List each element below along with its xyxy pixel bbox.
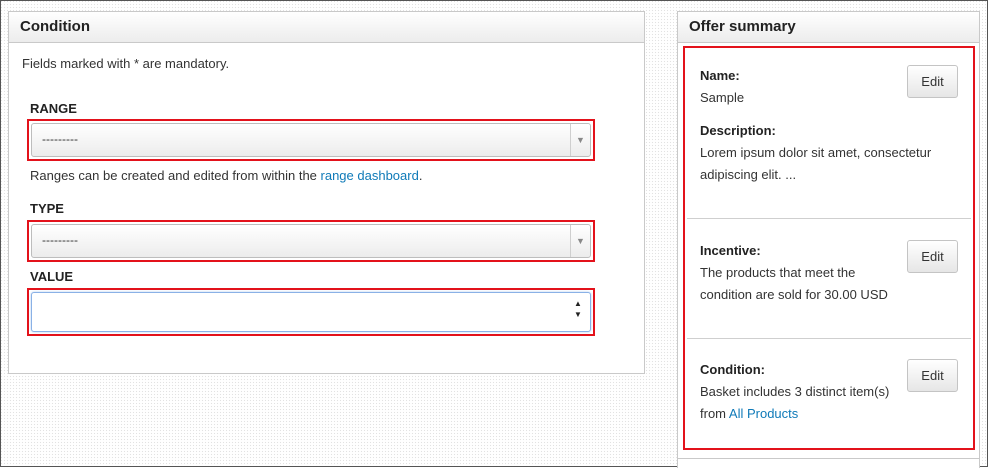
condition-value: Basket includes 3 distinct item(s) from … <box>700 381 900 425</box>
name-label: Name: <box>700 68 740 83</box>
help-prefix: Ranges can be created and edited from wi… <box>30 168 321 183</box>
incentive-value: The products that meet the condition are… <box>700 265 888 302</box>
chevron-down-icon: ▼ <box>570 225 590 257</box>
value-highlight: ▲ ▼ <box>27 288 595 336</box>
offer-summary-title: Offer summary <box>678 12 979 43</box>
edit-incentive-button[interactable]: Edit <box>907 240 958 273</box>
name-value: Sample <box>700 90 745 105</box>
summary-divider <box>687 338 971 339</box>
value-input[interactable]: ▲ ▼ <box>31 292 591 332</box>
range-dashboard-link[interactable]: range dashboard <box>321 168 419 183</box>
condition-label: Condition: <box>700 362 765 377</box>
range-select[interactable]: --------- ▼ <box>31 123 591 157</box>
type-select[interactable]: --------- ▼ <box>31 224 591 258</box>
all-products-link[interactable]: All Products <box>729 406 798 421</box>
help-suffix: . <box>418 168 423 183</box>
value-stepper[interactable]: ▲ ▼ <box>572 298 584 320</box>
summary-divider <box>687 218 971 219</box>
mandatory-note: Fields marked with * are mandatory. <box>22 56 230 71</box>
chevron-down-icon: ▼ <box>570 124 590 156</box>
edit-details-button[interactable]: Edit <box>907 65 958 98</box>
type-select-value: --------- <box>42 233 78 247</box>
incentive-label: Incentive: <box>700 243 761 258</box>
spin-down-icon[interactable]: ▼ <box>574 309 582 320</box>
range-highlight: --------- ▼ <box>27 119 595 161</box>
type-highlight: --------- ▼ <box>27 220 595 262</box>
range-label: RANGE <box>30 101 77 116</box>
range-select-value: --------- <box>42 132 78 146</box>
range-help-text: Ranges can be created and edited from wi… <box>30 168 422 183</box>
description-value: Lorem ipsum dolor sit amet, consectetur … <box>700 145 932 182</box>
value-label: VALUE <box>30 269 74 284</box>
type-label: TYPE <box>30 201 64 216</box>
spin-up-icon[interactable]: ▲ <box>574 298 582 309</box>
edit-condition-button[interactable]: Edit <box>907 359 958 392</box>
condition-panel-title: Condition <box>9 12 644 43</box>
offer-summary-divider <box>678 458 979 459</box>
description-label: Description: <box>700 123 776 138</box>
